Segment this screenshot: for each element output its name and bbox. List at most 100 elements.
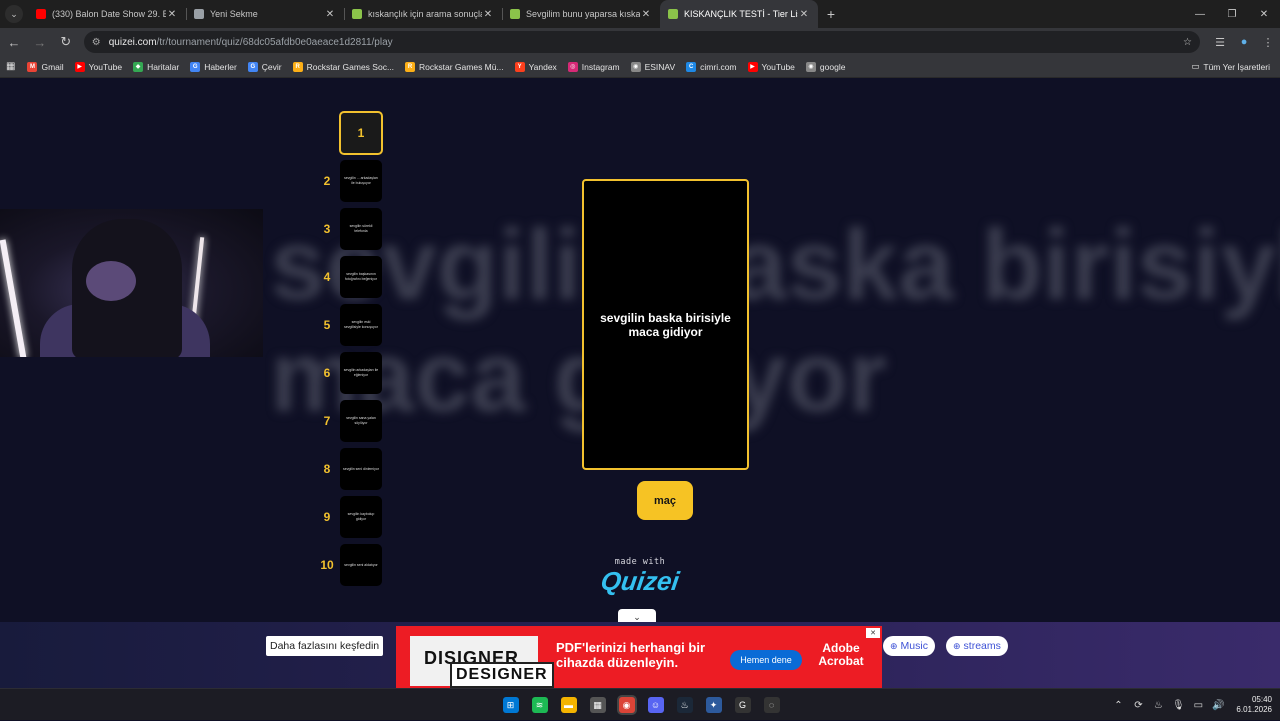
bookmark-item[interactable]: R Rockstar Games Mü... <box>405 61 504 72</box>
tab-close-icon[interactable]: ✕ <box>798 9 810 20</box>
browser-tab[interactable]: KISKANÇLIK TESTİ - Tier List, Ko✕ <box>660 0 818 28</box>
bookmark-item[interactable]: ◎ Instagram <box>567 61 620 72</box>
bookmark-item[interactable]: Ccimri.com <box>686 61 737 72</box>
expand-toggle-button[interactable]: ⌄ <box>618 609 656 622</box>
bookmark-item[interactable]: ◆ Haritalar <box>133 61 179 72</box>
topic-pill-streams[interactable]: ⊕ streams <box>946 636 1008 656</box>
taskbar-explorer-icon[interactable]: ▬ <box>554 693 583 717</box>
ad-close-icon[interactable]: ✕ <box>866 628 880 638</box>
bookmark-favicon-icon: ◉ <box>805 61 816 72</box>
apps-grid-icon[interactable]: ▦ <box>6 61 15 72</box>
browser-tab[interactable]: kıskançlık için arama sonuçları ✕ <box>344 0 502 28</box>
tray-sync-icon[interactable]: ⟳ <box>1128 700 1148 711</box>
chevron-down-icon: ⌄ <box>633 611 641 622</box>
browser-tab[interactable]: (330) Balon Date Show 29. Bölü✕ <box>28 0 186 28</box>
clock-time: 05:40 <box>1251 695 1272 704</box>
taskbar-spotify-icon[interactable]: ≋ <box>525 693 554 717</box>
question-step-thumbnail[interactable]: sevgilin seni dinlemiyor <box>340 448 382 490</box>
profile-avatar[interactable]: ● <box>1232 30 1256 54</box>
bookmark-star-icon[interactable]: ☆ <box>1183 37 1192 48</box>
tray-steam-icon[interactable]: ♨ <box>1148 700 1168 711</box>
bookmark-item[interactable]: G Haberler <box>190 61 237 72</box>
taskbar-store-icon[interactable]: ▦ <box>583 693 612 717</box>
minimize-icon[interactable]: — <box>1184 0 1216 28</box>
taskbar-start-icon[interactable]: ⊞ <box>496 693 525 717</box>
bookmark-list: M Gmail ▶ YouTube ◆ Haritalar G Haberler G Çevir R… <box>27 61 856 72</box>
tab-close-icon[interactable]: ✕ <box>324 9 336 20</box>
choice-button[interactable]: maç <box>637 481 693 520</box>
bookmark-favicon-icon: M <box>27 61 38 72</box>
site-info-icon[interactable]: ⚙ <box>92 37 101 48</box>
question-step-thumbnail[interactable]: 1 <box>339 111 383 155</box>
question-step-number: 8 <box>323 462 331 476</box>
question-step[interactable]: 10 sevgilin seni aldatıyor <box>314 543 394 587</box>
taskbar-steam-icon[interactable]: ♨ <box>670 693 699 717</box>
discover-more-button[interactable]: Daha fazlasını keşfedin <box>266 636 384 656</box>
question-step-thumbnail[interactable]: sevgilin eski sevgilisiyle konuşuyor <box>340 304 382 346</box>
taskbar-app-blue-icon[interactable]: ✦ <box>699 693 728 717</box>
bookmark-item[interactable]: G Çevir <box>247 61 282 72</box>
all-bookmarks[interactable]: ▭ Tüm Yer İşaretleri <box>1191 61 1270 72</box>
topic-pill-label: Music <box>900 640 928 652</box>
ad-cta-button[interactable]: Hemen dene <box>730 650 802 670</box>
question-step-thumbnail[interactable]: sevgilin seni aldatıyor <box>340 544 382 586</box>
tray-mic-icon[interactable]: 🎙 <box>1168 700 1188 711</box>
bookmark-item[interactable]: ▶ YouTube <box>747 61 795 72</box>
all-bookmarks-label: Tüm Yer İşaretleri <box>1203 61 1270 72</box>
tray-chevron-icon[interactable]: ⌃ <box>1108 700 1128 711</box>
bookmark-item[interactable]: Y Yandex <box>514 61 557 72</box>
webcam-overlay <box>0 209 263 357</box>
taskbar-discord-icon[interactable]: ☺ <box>641 693 670 717</box>
topic-pill-music[interactable]: ⊕ Music <box>883 636 935 656</box>
question-step-thumbnail[interactable]: sevgilin arkadaşları ile eğleniyor <box>340 352 382 394</box>
tray-display-icon[interactable]: ▭ <box>1188 700 1208 711</box>
bookmark-favicon-icon: ◎ <box>567 61 578 72</box>
menu-icon[interactable]: ⋮ <box>1256 30 1280 54</box>
reload-button[interactable]: ↻ <box>54 30 78 54</box>
system-clock[interactable]: 05:40 6.01.2026 <box>1236 695 1272 715</box>
adobe-ad-banner[interactable]: DISIGNER DESIGNER PDF'lerinizi herhangi … <box>396 626 882 688</box>
browser-tab[interactable]: Sevgilim bunu yaparsa kıskanç ✕ <box>502 0 660 28</box>
new-tab-button[interactable]: + <box>818 0 844 28</box>
close-window-icon[interactable]: ✕ <box>1248 0 1280 28</box>
bookmark-item[interactable]: ▶ YouTube <box>74 61 122 72</box>
taskbar-chrome-icon[interactable]: ◉ <box>612 693 641 717</box>
taskbar-app-glyph: ◌ <box>763 697 780 713</box>
question-step[interactable]: 5 sevgilin eski sevgilisiyle konuşuyor <box>314 303 394 347</box>
bookmark-item[interactable]: M Gmail <box>27 61 64 72</box>
question-step-thumbnail[interactable]: sevgilin sana yalan söylüyor <box>340 400 382 442</box>
address-bar[interactable]: ⚙ quizei.com /tr/tournament/quiz/68dc05a… <box>83 31 1201 53</box>
question-step[interactable]: 4 sevgilin başkasının fotoğrafını beğeniy… <box>314 255 394 299</box>
taskbar-app-dark-icon[interactable]: G <box>728 693 757 717</box>
bookmark-label: Haberler <box>204 61 237 72</box>
made-with-quizei[interactable]: made with Quizei <box>596 557 684 596</box>
question-step[interactable]: 2 sevgilin ... arkadaşları ile buluşuyor <box>314 159 394 203</box>
question-step-thumbnail[interactable]: sevgilin sürekli telefonla <box>340 208 382 250</box>
question-step[interactable]: 8 sevgilin seni dinlemiyor <box>314 447 394 491</box>
forward-button[interactable]: → <box>28 30 52 54</box>
question-step[interactable]: 1 <box>314 111 394 155</box>
ad-designer-image: DISIGNER DESIGNER <box>410 636 554 688</box>
question-step[interactable]: 7 sevgilin sana yalan söylüyor <box>314 399 394 443</box>
question-step[interactable]: 9 sevgilin kaybolup gidiyor <box>314 495 394 539</box>
tray-volume-icon[interactable]: 🔊 <box>1208 700 1228 711</box>
bookmark-item[interactable]: R Rockstar Games Soc... <box>292 61 394 72</box>
taskbar-app-record-icon[interactable]: ◌ <box>757 693 786 717</box>
tab-close-icon[interactable]: ✕ <box>166 9 178 20</box>
tab-search-button[interactable]: ⌄ <box>0 0 28 28</box>
bookmark-item[interactable]: ◉ google <box>805 61 845 72</box>
question-step-thumbnail[interactable]: sevgilin ... arkadaşları ile buluşuyor <box>340 160 382 202</box>
browser-tab[interactable]: Yeni Sekme ✕ <box>186 0 344 28</box>
tab-close-icon[interactable]: ✕ <box>640 9 652 20</box>
back-button[interactable]: ← <box>2 30 26 54</box>
bookmark-item[interactable]: ◉ ESINAV <box>630 61 675 72</box>
question-step[interactable]: 3 sevgilin sürekli telefonla <box>314 207 394 251</box>
ad-brand: Adobe Acrobat <box>818 641 864 668</box>
tab-search-icon[interactable]: ☰ <box>1208 30 1232 54</box>
tab-close-icon[interactable]: ✕ <box>482 9 494 20</box>
question-step-thumbnail[interactable]: sevgilin kaybolup gidiyor <box>340 496 382 538</box>
bookmark-label: Gmail <box>41 61 64 72</box>
question-step-thumbnail[interactable]: sevgilin başkasının fotoğrafını beğeniyo… <box>340 256 382 298</box>
restore-icon[interactable]: ❐ <box>1216 0 1248 28</box>
question-step[interactable]: 6 sevgilin arkadaşları ile eğleniyor <box>314 351 394 395</box>
